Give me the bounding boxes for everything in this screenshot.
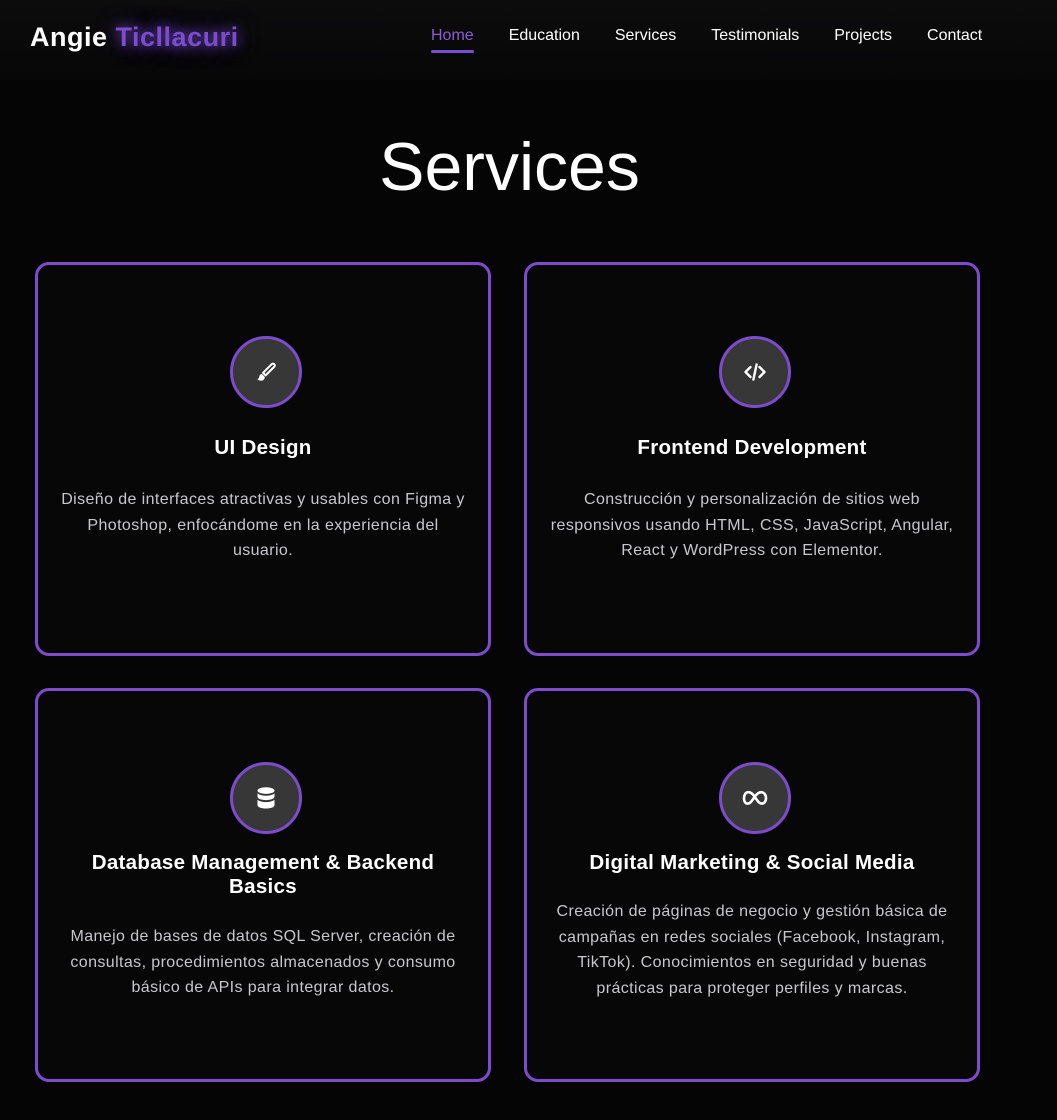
page-title: Services: [379, 129, 640, 205]
paintbrush-icon: [230, 336, 302, 408]
service-card-marketing: Digital Marketing & Social Media Creació…: [524, 688, 980, 1082]
card-title: Database Management & Backend Basics: [91, 851, 435, 898]
card-description: Creación de páginas de negocio y gestión…: [556, 903, 948, 997]
nav-education[interactable]: Education: [509, 27, 580, 51]
service-card-frontend: Frontend Development Construcción y pers…: [524, 262, 980, 656]
logo-last-name: Ticllacuri: [115, 22, 239, 52]
card-description: Construcción y personalización de sitios…: [550, 491, 954, 559]
nav-home[interactable]: Home: [431, 27, 474, 53]
nav-services[interactable]: Services: [615, 27, 676, 51]
nav-contact[interactable]: Contact: [927, 27, 982, 51]
card-title: Digital Marketing & Social Media: [589, 851, 915, 874]
card-title: Frontend Development: [637, 436, 867, 459]
card-title: UI Design: [214, 436, 312, 459]
code-icon: [719, 336, 791, 408]
service-card-ui-design: UI Design Diseño de interfaces atractiva…: [35, 262, 491, 656]
site-header: Angie Ticllacuri Home Education Services…: [0, 0, 1057, 80]
nav-testimonials[interactable]: Testimonials: [711, 27, 799, 51]
database-icon: [230, 762, 302, 834]
card-description: Manejo de bases de datos SQL Server, cre…: [70, 928, 456, 996]
meta-icon: [719, 762, 791, 834]
service-card-database: Database Management & Backend Basics Man…: [35, 688, 491, 1082]
nav-projects[interactable]: Projects: [834, 27, 892, 51]
logo[interactable]: Angie Ticllacuri: [30, 22, 239, 53]
card-description: Diseño de interfaces atractivas y usable…: [61, 491, 465, 559]
main-nav: Home Education Services Testimonials Pro…: [431, 27, 982, 53]
logo-first-name: Angie: [30, 22, 108, 52]
